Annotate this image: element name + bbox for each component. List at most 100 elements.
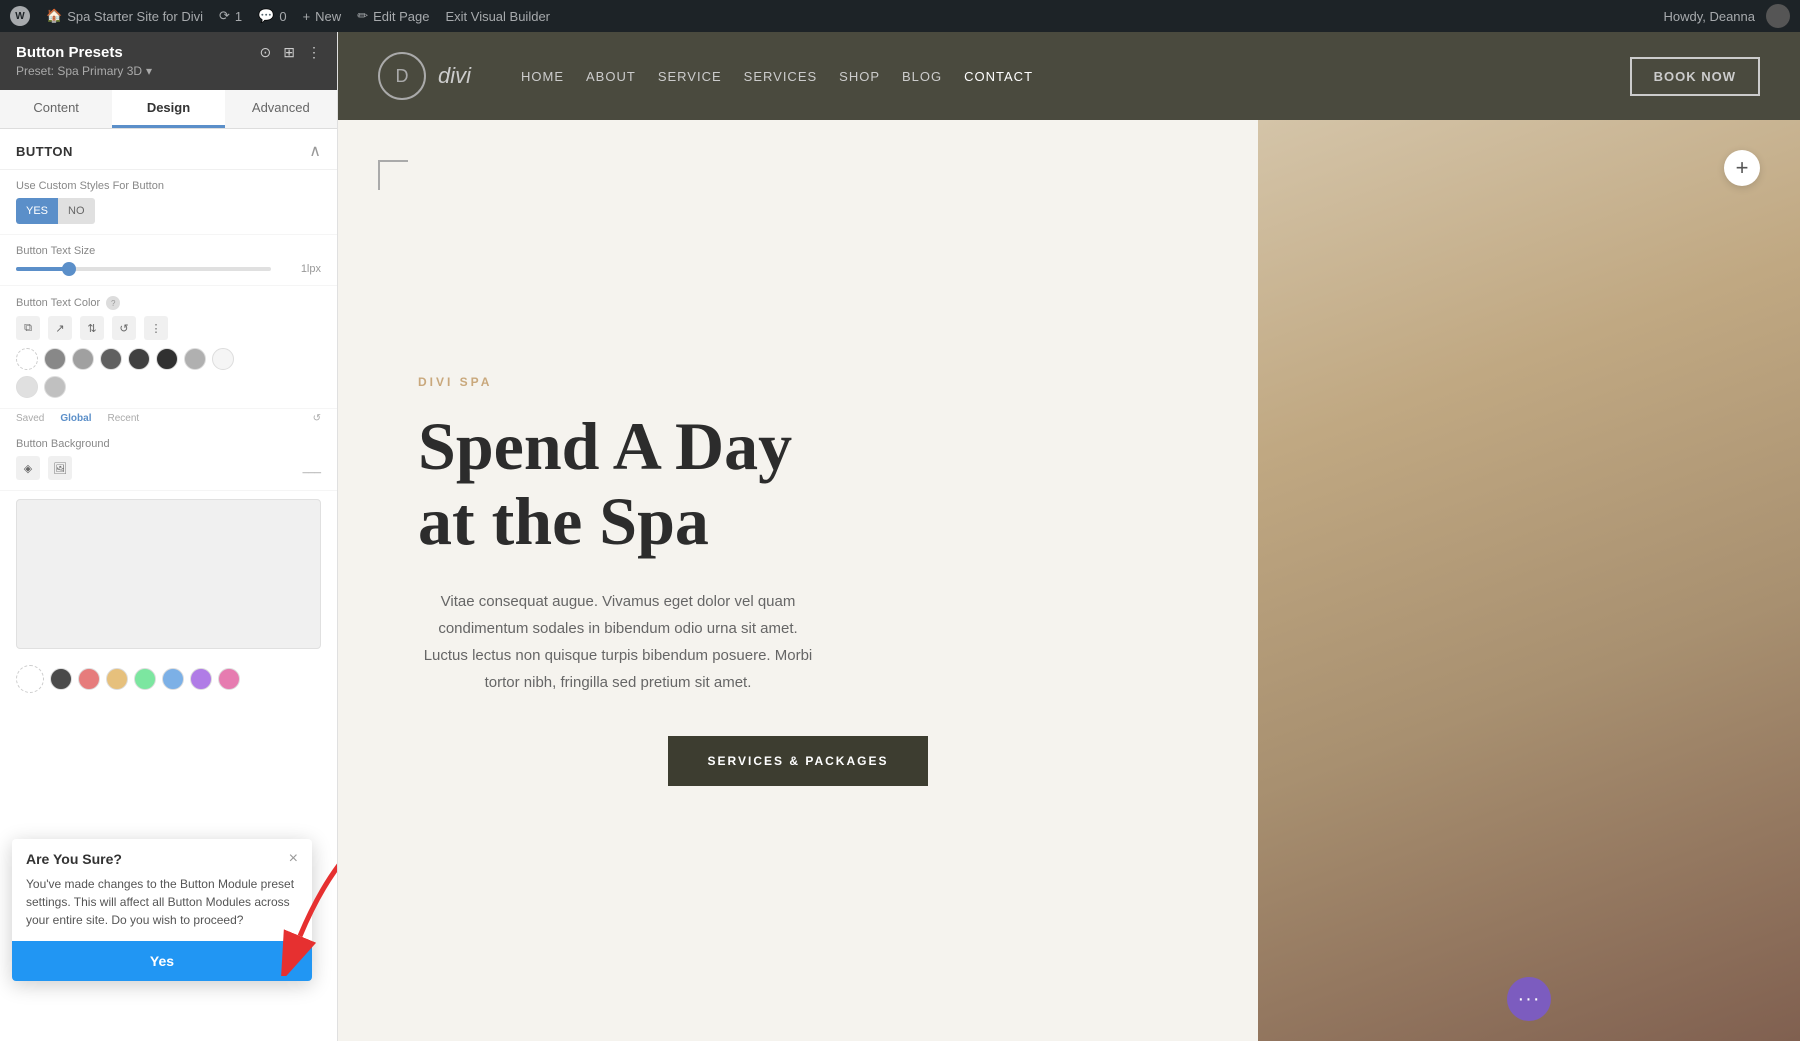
slider-thumb[interactable] [62,262,76,276]
hero-portrait-image [1258,120,1800,1041]
hero-title: Spend A Dayat the Spa [418,409,1178,559]
wp-bar-exit-vb[interactable]: Exit Visual Builder [445,9,550,24]
hero-label: DIVI SPA [418,375,1178,389]
main-layout: Button Presets ⊙ ⊞ ⋮ Preset: Spa Primary… [0,32,1800,1041]
dot-pink[interactable] [218,668,240,690]
color-swatch-1[interactable] [44,348,66,370]
corner-bracket-decoration [378,160,408,190]
color-swatch-9[interactable] [44,376,66,398]
dot-blue[interactable] [162,668,184,690]
panel-subtitle[interactable]: Preset: Spa Primary 3D ▾ [16,64,321,78]
nav-service[interactable]: SERVICE [658,69,722,84]
button-preview-box [16,499,321,649]
text-color-icon-row: ⧉ ↗ ⇅ ↺ ⋮ [16,316,321,340]
section-collapse-icon[interactable]: ∧ [309,141,321,161]
add-section-button[interactable]: + [1724,150,1760,186]
dot-green[interactable] [134,668,156,690]
nav-shop[interactable]: SHOP [839,69,880,84]
saved-label[interactable]: Saved [16,413,44,424]
site-nav-links: HOME ABOUT SERVICE SERVICES SHOP BLOG CO… [521,69,1033,84]
wp-bar-revision[interactable]: ⟳ 1 [219,8,242,24]
color-swatch-6[interactable] [184,348,206,370]
global-label[interactable]: Global [60,413,91,424]
nav-contact[interactable]: CONTACT [964,69,1033,84]
site-nav: D divi HOME ABOUT SERVICE SERVICES SHOP … [338,32,1800,120]
confirm-close-icon[interactable]: × [289,851,298,867]
panel-tabs: Content Design Advanced [0,90,337,129]
color-swatch-transparent[interactable] [16,348,38,370]
custom-styles-toggle[interactable]: YES NO [16,198,95,224]
resize-icon[interactable]: ↗ [48,316,72,340]
dot-purple[interactable] [190,668,212,690]
slider-fill [16,267,67,271]
section-title-button: Button [16,144,73,159]
color-swatch-3[interactable] [100,348,122,370]
text-color-swatches-2 [16,376,321,398]
button-text-size-slider[interactable]: 1lpx [16,263,321,275]
nav-about[interactable]: ABOUT [586,69,636,84]
button-text-size-field: Button Text Size 1lpx [0,235,337,286]
confirm-header: Are You Sure? × [12,839,312,875]
hero-left: DIVI SPA Spend A Dayat the Spa Vitae con… [338,120,1258,1041]
button-background-field: Button Background ◈ 🖼 ___ [0,428,337,491]
three-dots-button[interactable]: ··· [1507,977,1551,1021]
wp-bar-edit-page[interactable]: ✏ Edit Page [357,8,429,24]
reset-icon[interactable]: ↺ [112,316,136,340]
use-custom-styles-field: Use Custom Styles For Button YES NO [0,170,337,235]
tab-design[interactable]: Design [112,90,224,128]
wp-admin-bar: W 🏠 Spa Starter Site for Divi ⟳ 1 💬 0 + … [0,0,1800,32]
bg-icon-row: ◈ 🖼 ___ [16,456,321,480]
wp-bar-howdy[interactable]: Howdy, Deanna [1663,4,1790,28]
wp-logo-icon[interactable]: W [10,6,30,26]
color-swatch-5[interactable] [156,348,178,370]
panel-title: Button Presets [16,44,123,61]
hero-right: + ··· [1258,120,1800,1041]
dot-red[interactable] [78,668,100,690]
link-icon[interactable]: ⧉ [16,316,40,340]
button-text-color-field: Button Text Color ? ⧉ ↗ ⇅ ↺ ⋮ [0,286,337,409]
site-logo-text: divi [438,63,471,89]
recent-label[interactable]: Recent [107,413,139,424]
color-swatch-7[interactable] [212,348,234,370]
book-now-button[interactable]: BOOK NOW [1630,57,1760,96]
bg-gradient-icon[interactable]: ◈ [16,456,40,480]
wp-bar-right: Howdy, Deanna [1663,4,1790,28]
bg-value: ___ [281,462,321,474]
pin-icon[interactable]: ⇅ [80,316,104,340]
hero-cta-button[interactable]: SERVICES & PACKAGES [668,736,929,786]
bg-image-icon[interactable]: 🖼 [48,456,72,480]
panel-menu-icon[interactable]: ⋮ [307,44,321,61]
dot-yellow[interactable] [106,668,128,690]
toggle-yes[interactable]: YES [16,198,58,224]
panel-header: Button Presets ⊙ ⊞ ⋮ Preset: Spa Primary… [0,32,337,90]
color-swatch-2[interactable] [72,348,94,370]
button-background-label: Button Background [16,438,321,450]
hero-desc: Vitae consequat augue. Vivamus eget dolo… [418,588,818,696]
toggle-no[interactable]: NO [58,198,95,224]
button-text-size-label: Button Text Size [16,245,321,257]
text-color-swatches [16,348,321,370]
confirm-yes-button[interactable]: Yes [12,941,312,981]
wp-bar-site-name[interactable]: 🏠 Spa Starter Site for Divi [46,8,203,24]
nav-services[interactable]: SERVICES [744,69,818,84]
help-icon[interactable]: ? [106,296,120,310]
panel-settings-icon[interactable]: ⊙ [260,44,272,61]
nav-blog[interactable]: BLOG [902,69,942,84]
color-swatch-8[interactable] [16,376,38,398]
color-swatch-4[interactable] [128,348,150,370]
dots-icon[interactable]: ⋮ [144,316,168,340]
site-area: D divi HOME ABOUT SERVICE SERVICES SHOP … [338,32,1800,1041]
panel-expand-icon[interactable]: ⊞ [283,44,295,61]
tab-advanced[interactable]: Advanced [225,90,337,128]
wp-bar-comments[interactable]: 💬 0 [258,8,286,24]
tab-content[interactable]: Content [0,90,112,128]
site-logo-circle: D [378,52,426,100]
wp-bar-new[interactable]: + New [303,9,342,24]
dot-dark[interactable] [50,668,72,690]
confirm-body: You've made changes to the Button Module… [12,875,312,941]
confirm-popup: Are You Sure? × You've made changes to t… [12,839,312,981]
eyedropper-icon[interactable] [16,665,44,693]
chevron-down-icon: ▾ [146,64,152,78]
nav-home[interactable]: HOME [521,69,564,84]
refresh-icon[interactable]: ↺ [313,413,321,424]
